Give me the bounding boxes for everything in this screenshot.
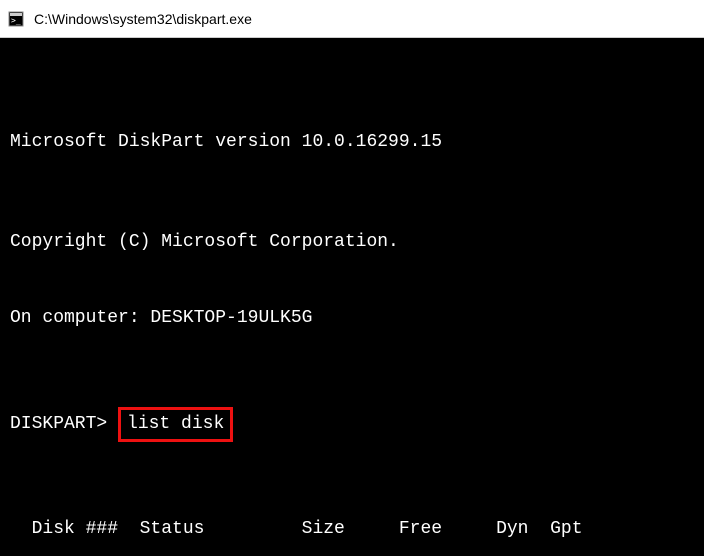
titlebar: >_ C:\Windows\system32\diskpart.exe [0, 0, 704, 38]
copyright-line: Copyright (C) Microsoft Corporation. [10, 230, 694, 255]
diskpart-window: >_ C:\Windows\system32\diskpart.exe Micr… [0, 0, 704, 556]
cmd-icon: >_ [8, 11, 24, 27]
svg-text:>_: >_ [11, 16, 21, 25]
computer-line: On computer: DESKTOP-19ULK5G [10, 306, 694, 331]
prompt-line-1: DISKPART> list disk [10, 407, 694, 442]
terminal[interactable]: Microsoft DiskPart version 10.0.16299.15… [0, 38, 704, 556]
version-line: Microsoft DiskPart version 10.0.16299.15 [10, 130, 694, 155]
cmd-list-disk: list disk [118, 407, 233, 442]
titlebar-text: C:\Windows\system32\diskpart.exe [34, 11, 252, 27]
prompt-text: DISKPART> [10, 412, 118, 437]
disk-table-header: Disk ### Status Size Free Dyn Gpt [10, 517, 694, 542]
